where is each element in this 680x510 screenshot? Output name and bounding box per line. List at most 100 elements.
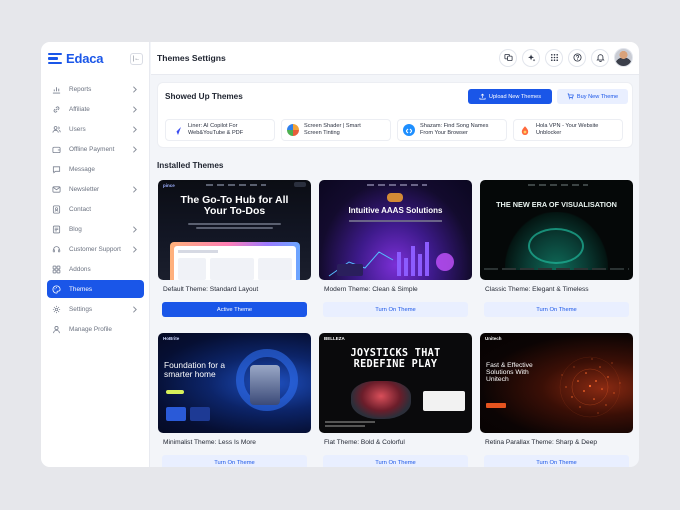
sidebar-item-label: Newsletter <box>69 185 100 193</box>
preview-nav <box>206 184 266 186</box>
avatar[interactable] <box>614 48 633 67</box>
sidebar-item-blog[interactable]: Blog <box>47 220 144 238</box>
shown-theme-line2: From Your Browser <box>420 130 468 136</box>
sidebar-item-label: Message <box>69 165 95 173</box>
turn-on-theme-button[interactable]: Turn On Theme <box>484 455 629 467</box>
sidebar-item-label: Settings <box>69 305 93 313</box>
preview-device-graphic <box>250 365 280 405</box>
preview-joystick-graphic <box>351 381 411 419</box>
sidebar-item-manage-profile[interactable]: Manage Profile <box>47 320 144 338</box>
active-theme-button[interactable]: Active Theme <box>162 302 307 317</box>
shown-theme-item[interactable]: Liner: AI Copilot For Web&YouTube & PDF <box>165 119 275 141</box>
sidebar-item-offline-payment[interactable]: Offline Payment <box>47 140 144 158</box>
shown-theme-line1: Screen Shader | Smart <box>304 123 361 130</box>
sidebar-item-customer-support[interactable]: Customer Support <box>47 240 144 258</box>
buy-new-theme-button[interactable]: Buy New Theme <box>557 89 628 104</box>
preview-brand: pince <box>163 183 175 188</box>
upload-button-label: Upload New Themes <box>488 93 542 100</box>
preview-product-card <box>423 391 465 411</box>
preview-brand: BELLEZA <box>324 336 345 341</box>
sidebar-item-reports[interactable]: Reports <box>47 80 144 98</box>
chevron-right-icon <box>133 86 137 93</box>
preview-subtext <box>196 227 273 229</box>
theme-name: Flat Theme: Bold & Colorful <box>324 439 405 446</box>
preview-badge <box>387 193 403 202</box>
sidebar-item-themes[interactable]: Themes <box>47 280 144 298</box>
help-icon[interactable] <box>568 48 586 67</box>
buy-button-label: Buy New Theme <box>576 93 619 100</box>
turn-on-theme-button[interactable]: Turn On Theme <box>323 302 468 317</box>
panel-title: Showed Up Themes <box>165 92 243 101</box>
app-name: Edaca <box>66 51 104 66</box>
apps-grid-icon[interactable] <box>545 48 563 67</box>
collapse-sidebar-icon[interactable]: |← <box>130 53 143 65</box>
preview-nav <box>528 184 588 186</box>
theme-name: Minimalist Theme: Less Is More <box>163 439 256 446</box>
top-bar-actions <box>499 48 633 67</box>
theme-preview-image[interactable]: THE NEW ERA OF VISUALISATION <box>480 180 633 280</box>
chevron-right-icon <box>133 246 137 253</box>
theme-preview-image[interactable]: Intuitive AAAS Solutions <box>319 180 472 280</box>
app-window: Edaca |← Reports Affiliate Users Offline <box>41 42 639 467</box>
blog-icon <box>52 225 61 233</box>
preview-particles-graphic <box>559 356 621 418</box>
sparkle-icon[interactable] <box>522 48 540 67</box>
theme-preview-image[interactable]: pince The Go-To Hub for All Your To-Dos <box>158 180 311 280</box>
sidebar-item-users[interactable]: Users <box>47 120 144 138</box>
turn-on-theme-button[interactable]: Turn On Theme <box>323 455 468 467</box>
sidebar-item-label: Users <box>69 125 86 133</box>
preview-tile <box>166 407 186 421</box>
sidebar-item-label: Reports <box>69 85 92 93</box>
shown-theme-line1: Shazam: Find Song Names <box>420 123 489 130</box>
sidebar-item-settings[interactable]: Settings <box>47 300 144 318</box>
upload-new-themes-button[interactable]: Upload New Themes <box>468 89 552 104</box>
preview-brand: Unitech <box>485 336 502 341</box>
preview-headline: The Go-To Hub for All Your To-Dos <box>180 194 289 218</box>
turn-on-theme-button[interactable]: Turn On Theme <box>162 455 307 467</box>
chevron-right-icon <box>133 106 137 113</box>
translate-icon[interactable] <box>499 48 517 67</box>
headset-icon <box>52 245 61 252</box>
theme-name: Default Theme: Standard Layout <box>163 286 259 293</box>
hola-logo-icon <box>519 124 531 136</box>
top-bar: Themes Settigns <box>151 42 639 75</box>
sidebar-item-label: Affiliate <box>69 105 90 113</box>
gear-icon <box>52 305 61 313</box>
theme-preview-image[interactable]: BELLEZA JOYSTICKS THAT REDEFINE PLAY <box>319 333 472 433</box>
preview-subtext <box>188 223 281 225</box>
users-icon <box>52 125 61 133</box>
page-title: Themes Settigns <box>157 53 226 63</box>
preview-brand: HoBrite <box>163 336 180 341</box>
logo-mark-icon <box>48 53 62 64</box>
chevron-right-icon <box>133 186 137 193</box>
preview-headline: Fast & Effective Solutions With Unitech <box>486 362 533 384</box>
preview-nav-button <box>294 182 306 187</box>
shown-theme-item[interactable]: Shazam: Find Song Names From Your Browser <box>397 119 507 141</box>
preview-cta <box>486 403 506 408</box>
chevron-right-icon <box>133 126 137 133</box>
preview-bars-graphic <box>328 242 454 277</box>
shown-theme-item[interactable]: Screen Shader | Smart Screen Tinting <box>281 119 391 141</box>
theme-preview-image[interactable]: Unitech Fast & Effective Solutions With … <box>480 333 633 433</box>
preview-subtext <box>325 421 375 423</box>
cart-icon <box>567 93 574 100</box>
sidebar-item-message[interactable]: Message <box>47 160 144 178</box>
sidebar-item-affiliate[interactable]: Affiliate <box>47 100 144 118</box>
turn-on-theme-button[interactable]: Turn On Theme <box>484 302 629 317</box>
sidebar-item-contact[interactable]: Contact <box>47 200 144 218</box>
sidebar-item-newsletter[interactable]: Newsletter <box>47 180 144 198</box>
preview-tile <box>190 407 210 421</box>
shown-themes-list: Liner: AI Copilot For Web&YouTube & PDF S… <box>165 119 623 141</box>
theme-card: Unitech Fast & Effective Solutions With … <box>480 333 633 467</box>
shown-theme-item[interactable]: Hola VPN - Your Website Unblocker <box>513 119 623 141</box>
sidebar-item-label: Addons <box>69 265 91 273</box>
palette-icon <box>52 284 61 294</box>
preview-cta <box>166 390 184 394</box>
chevron-right-icon <box>133 146 137 153</box>
sidebar-item-addons[interactable]: Addons <box>47 260 144 278</box>
bell-icon[interactable] <box>591 48 609 67</box>
app-logo[interactable]: Edaca <box>48 51 104 66</box>
sidebar-nav: Reports Affiliate Users Offline Payment <box>47 80 144 340</box>
preview-subtext <box>325 425 365 427</box>
theme-preview-image[interactable]: HoBrite Foundation for a smarter home <box>158 333 311 433</box>
